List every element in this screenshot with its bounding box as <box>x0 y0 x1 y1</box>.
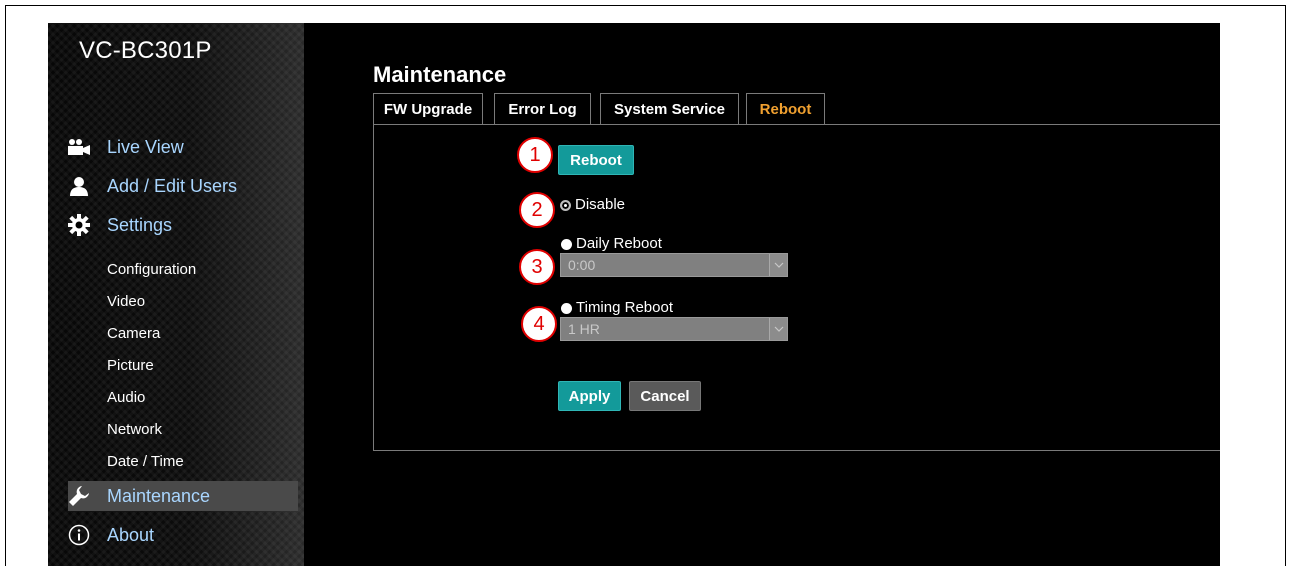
timing-reboot-interval-select[interactable]: 1 HR <box>560 317 788 341</box>
sidebar-subitem-date-time[interactable]: Date / Time <box>107 453 184 470</box>
sidebar-item-label: Add / Edit Users <box>107 175 238 196</box>
callout-badge-1: 1 <box>517 137 553 173</box>
tab-system-service[interactable]: System Service <box>600 93 739 125</box>
daily-reboot-time-select[interactable]: 0:00 <box>560 253 788 277</box>
tab-reboot[interactable]: Reboot <box>746 93 825 125</box>
sidebar-subitem-configuration[interactable]: Configuration <box>107 261 196 278</box>
daily-reboot-radio[interactable] <box>561 239 572 250</box>
timing-reboot-label: Timing Reboot <box>576 299 673 316</box>
sidebar-subitem-camera[interactable]: Camera <box>107 325 160 342</box>
reboot-button[interactable]: Reboot <box>558 145 634 175</box>
sidebar-item-settings[interactable]: Settings <box>66 210 172 240</box>
sidebar-item-live-view[interactable]: Live View <box>66 132 184 162</box>
info-icon <box>66 524 92 546</box>
timing-reboot-radio[interactable] <box>561 303 572 314</box>
callout-badge-3: 3 <box>519 249 555 285</box>
sidebar-item-maintenance[interactable]: Maintenance <box>68 481 298 511</box>
gear-icon <box>66 214 92 236</box>
sidebar-item-label: Maintenance <box>107 485 211 506</box>
page-title: Maintenance <box>373 62 507 87</box>
reboot-panel <box>373 124 1220 451</box>
sidebar-item-label: Live View <box>107 136 184 157</box>
chevron-down-icon <box>769 318 787 340</box>
sidebar-item-about[interactable]: About <box>66 520 154 550</box>
apply-button[interactable]: Apply <box>558 381 621 411</box>
sidebar-subitem-audio[interactable]: Audio <box>107 389 145 406</box>
daily-reboot-label: Daily Reboot <box>576 235 662 252</box>
sidebar-item-label: About <box>107 524 155 545</box>
callout-badge-2: 2 <box>519 192 555 228</box>
chevron-down-icon <box>769 254 787 276</box>
sidebar-item-add-edit-users[interactable]: Add / Edit Users <box>66 171 237 201</box>
brand-title: VC-BC301P <box>79 37 212 64</box>
app-window: VC-BC301P Live View Add / Edit Users Set… <box>48 23 1220 566</box>
sidebar: VC-BC301P Live View Add / Edit Users Set… <box>48 23 304 566</box>
callout-badge-4: 4 <box>521 306 557 342</box>
daily-reboot-time-value: 0:00 <box>568 257 596 273</box>
disable-radio[interactable] <box>560 200 571 211</box>
disable-label: Disable <box>575 196 626 213</box>
sidebar-subitem-video[interactable]: Video <box>107 293 145 310</box>
video-camera-icon <box>66 136 92 158</box>
wrench-icon <box>66 485 92 507</box>
sidebar-subitem-network[interactable]: Network <box>107 421 162 438</box>
sidebar-item-label: Settings <box>107 214 173 235</box>
user-icon <box>66 175 92 197</box>
tab-fw-upgrade[interactable]: FW Upgrade <box>373 93 483 125</box>
sidebar-subitem-picture[interactable]: Picture <box>107 357 154 374</box>
tab-error-log[interactable]: Error Log <box>494 93 591 125</box>
cancel-button[interactable]: Cancel <box>629 381 701 411</box>
timing-reboot-interval-value: 1 HR <box>568 321 600 337</box>
